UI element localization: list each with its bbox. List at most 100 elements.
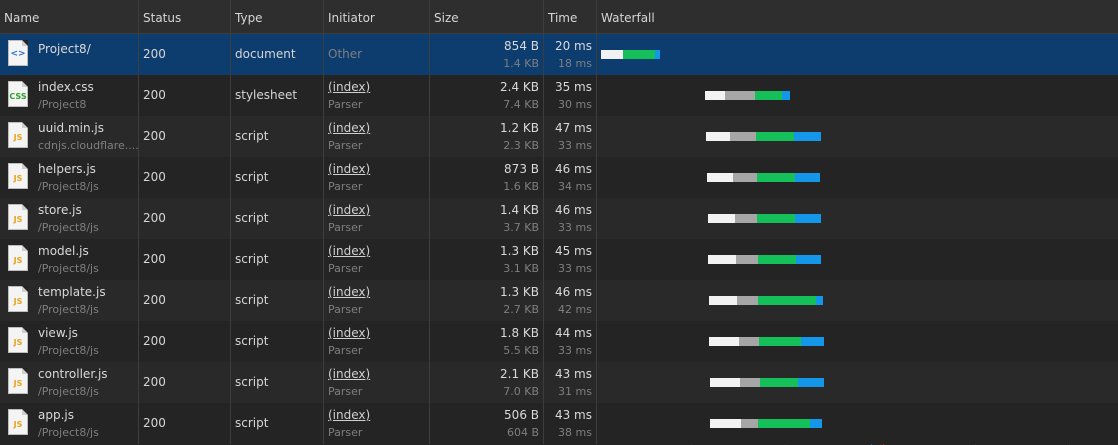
waterfall-waiting-bar[interactable]	[758, 255, 796, 264]
size-cell: 2.4 KB 7.4 KB	[430, 75, 544, 116]
waterfall-download-bar[interactable]	[795, 173, 820, 182]
waterfall-queueing-bar[interactable]	[710, 378, 740, 387]
request-path: /Project8/js	[38, 385, 99, 398]
js-file-icon: JS	[8, 368, 28, 394]
column-header-type[interactable]: Type	[231, 0, 324, 33]
initiator-link[interactable]: (index)	[328, 367, 370, 381]
waterfall-queueing-bar[interactable]	[706, 132, 730, 141]
waterfall-queueing-bar[interactable]	[710, 419, 741, 428]
request-row[interactable]: JS uuid.min.js cdnjs.cloudflare.... 200 scri…	[0, 116, 1118, 157]
transferred-size: 1.3 KB	[500, 285, 539, 299]
waterfall-download-bar[interactable]	[816, 296, 823, 305]
waterfall-stalled-bar[interactable]	[733, 173, 757, 182]
waterfall-waiting-bar[interactable]	[755, 91, 782, 100]
waterfall-waiting-bar[interactable]	[758, 419, 810, 428]
initiator-link[interactable]: (index)	[328, 203, 370, 217]
document-icon: <>	[8, 40, 28, 66]
waterfall-queueing-bar[interactable]	[601, 50, 623, 59]
waterfall-waiting-bar[interactable]	[757, 173, 795, 182]
waterfall-stalled-bar[interactable]	[739, 337, 759, 346]
request-row[interactable]: JS model.js/Project8/js 200 script (index) Pa…	[0, 239, 1118, 280]
waterfall-queueing-bar[interactable]	[709, 296, 737, 305]
waterfall-download-bar[interactable]	[801, 337, 824, 346]
waterfall-download-bar[interactable]	[794, 132, 821, 141]
waterfall-stalled-bar[interactable]	[737, 296, 758, 305]
waterfall-stalled-bar[interactable]	[740, 378, 760, 387]
name-cell[interactable]: JS template.js/Project8/js	[0, 280, 139, 321]
js-file-icon: JS	[8, 286, 28, 312]
name-cell[interactable]: JS model.js/Project8/js	[0, 239, 139, 280]
name-cell[interactable]: JS view.js/Project8/js	[0, 321, 139, 362]
total-time: 20 ms	[554, 39, 592, 53]
initiator-cell: (index) Parser	[324, 280, 430, 321]
column-header-initiator[interactable]: Initiator	[324, 0, 430, 33]
latency-time: 30 ms	[558, 98, 592, 111]
network-request-table: Name Status Type Initiator Size Time Wat…	[0, 0, 1118, 445]
waterfall-download-bar[interactable]	[796, 255, 821, 264]
column-header-status[interactable]: Status	[139, 0, 231, 33]
request-row[interactable]: JS template.js/Project8/js 200 script (index…	[0, 280, 1118, 321]
column-header-time[interactable]: Time	[544, 0, 597, 33]
status-cell: 200	[139, 280, 231, 321]
status-cell: 200	[139, 321, 231, 362]
initiator-link[interactable]: (index)	[328, 326, 370, 340]
initiator-link[interactable]: (index)	[328, 121, 370, 135]
waterfall-waiting-bar[interactable]	[757, 214, 795, 223]
initiator-link[interactable]: (index)	[328, 244, 370, 258]
waterfall-waiting-bar[interactable]	[623, 50, 655, 59]
waterfall-queueing-bar[interactable]	[705, 91, 725, 100]
resource-size: 5.5 KB	[503, 344, 539, 357]
initiator-link[interactable]: (index)	[328, 162, 370, 176]
initiator-link[interactable]: (index)	[328, 408, 370, 422]
waterfall-queueing-bar[interactable]	[707, 173, 733, 182]
request-row[interactable]: JS store.js/Project8/js 200 script (index) Pa…	[0, 198, 1118, 239]
time-cell: 46 ms 33 ms	[544, 198, 597, 239]
waterfall-waiting-bar[interactable]	[756, 132, 794, 141]
waterfall-download-bar[interactable]	[795, 214, 821, 223]
initiator-link[interactable]: (index)	[328, 285, 370, 299]
request-row[interactable]: JS app.js/Project8/js 200 script (index) Pars…	[0, 403, 1118, 444]
name-cell[interactable]: JS helpers.js/Project8/js	[0, 157, 139, 198]
waterfall-stalled-bar[interactable]	[730, 132, 756, 141]
waterfall-queueing-bar[interactable]	[708, 255, 736, 264]
request-row[interactable]: CSS index.css/Project8 200 stylesheet (index…	[0, 75, 1118, 116]
request-row[interactable]: <> Project8/200 document Other 854 B 1.4 KB 20…	[0, 34, 1118, 75]
status-cell: 200	[139, 116, 231, 157]
name-cell[interactable]: JS controller.js/Project8/js	[0, 362, 139, 403]
column-header-waterfall[interactable]: Waterfall	[597, 0, 1118, 33]
waterfall-stalled-bar[interactable]	[735, 214, 757, 223]
column-header-size[interactable]: Size	[430, 0, 544, 33]
request-row[interactable]: JS view.js/Project8/js 200 script (index) Par…	[0, 321, 1118, 362]
name-cell[interactable]: JS store.js/Project8/js	[0, 198, 139, 239]
waterfall-download-bar[interactable]	[655, 50, 660, 59]
request-row[interactable]: JS helpers.js/Project8/js 200 script (index)…	[0, 157, 1118, 198]
request-name: view.js	[38, 326, 78, 340]
waterfall-queueing-bar[interactable]	[708, 214, 735, 223]
type-cell: script	[231, 157, 324, 198]
waterfall-queueing-bar[interactable]	[709, 337, 739, 346]
time-cell: 20 ms 18 ms	[544, 34, 597, 75]
initiator-cell: (index) Parser	[324, 116, 430, 157]
name-cell[interactable]: JS uuid.min.js cdnjs.cloudflare....	[0, 116, 139, 157]
waterfall-waiting-bar[interactable]	[758, 296, 816, 305]
name-cell[interactable]: <> Project8/	[0, 34, 139, 75]
waterfall-stalled-bar[interactable]	[736, 255, 758, 264]
name-cell[interactable]: JS app.js/Project8/js	[0, 403, 139, 444]
column-header-name[interactable]: Name	[0, 0, 139, 33]
time-cell: 44 ms 33 ms	[544, 321, 597, 362]
type-cell: document	[231, 34, 324, 75]
waterfall-waiting-bar[interactable]	[759, 337, 801, 346]
initiator-type: Parser	[328, 98, 363, 111]
name-cell[interactable]: CSS index.css/Project8	[0, 75, 139, 116]
request-row[interactable]: JS controller.js/Project8/js 200 script (ind…	[0, 362, 1118, 403]
waterfall-waiting-bar[interactable]	[760, 378, 798, 387]
waterfall-download-bar[interactable]	[810, 419, 822, 428]
initiator-link[interactable]: (index)	[328, 80, 370, 94]
waterfall-stalled-bar[interactable]	[741, 419, 758, 428]
waterfall-download-bar[interactable]	[798, 378, 824, 387]
total-time: 35 ms	[554, 80, 592, 94]
time-cell: 35 ms 30 ms	[544, 75, 597, 116]
waterfall-stalled-bar[interactable]	[725, 91, 755, 100]
waterfall-download-bar[interactable]	[782, 91, 790, 100]
request-name: template.js	[38, 285, 106, 299]
